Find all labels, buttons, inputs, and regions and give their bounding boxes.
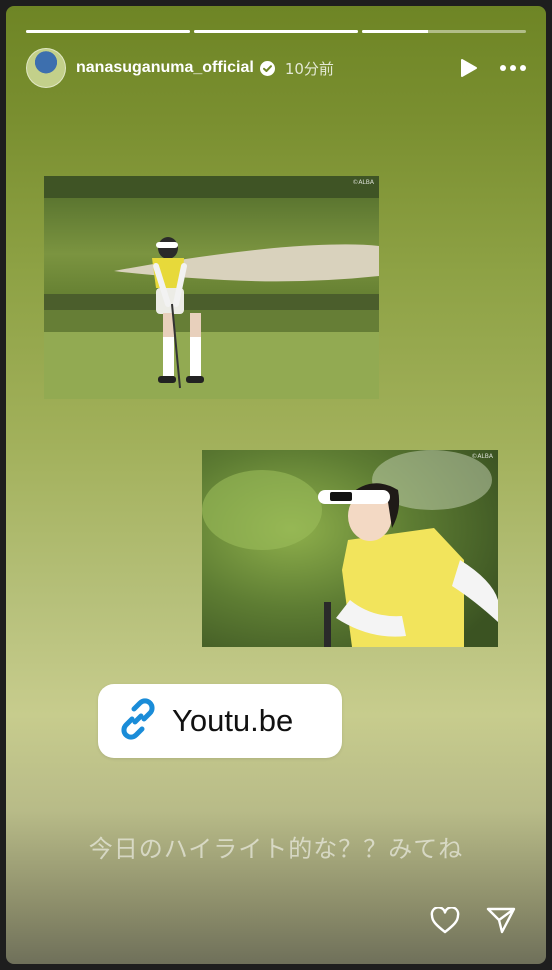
progress-segment: [362, 30, 526, 33]
photo-credit: ©ALBA: [352, 179, 374, 186]
story-caption: 今日のハイライト的な？？みてね: [88, 835, 464, 863]
golf-photo-portrait: ©ALBA: [202, 450, 498, 647]
progress-segment: [194, 30, 358, 33]
timestamp: 10分前: [284, 59, 334, 78]
username[interactable]: nanasuganuma_official: [76, 59, 254, 77]
avatar[interactable]: [26, 48, 66, 88]
story-progress: [26, 30, 526, 33]
link-sticker[interactable]: Youtu.be: [98, 684, 342, 758]
progress-fill: [194, 30, 358, 33]
link-icon: [116, 697, 160, 745]
story-viewer: nanasuganuma_official 10分前 ©ALBA ©ALBA Y…: [6, 6, 546, 964]
progress-fill: [362, 30, 428, 33]
verified-badge-icon: [259, 60, 275, 76]
send-icon[interactable]: [486, 906, 516, 934]
story-actions: [430, 906, 516, 934]
progress-fill: [26, 30, 190, 33]
story-header: nanasuganuma_official 10分前: [26, 48, 526, 88]
link-label: Youtu.be: [172, 703, 294, 738]
photo-credit: ©ALBA: [471, 453, 493, 460]
play-icon[interactable]: [460, 58, 478, 78]
progress-segment: [26, 30, 190, 33]
more-icon[interactable]: [500, 65, 526, 71]
golf-photo-putting: ©ALBA: [44, 176, 379, 399]
heart-icon[interactable]: [430, 906, 460, 934]
